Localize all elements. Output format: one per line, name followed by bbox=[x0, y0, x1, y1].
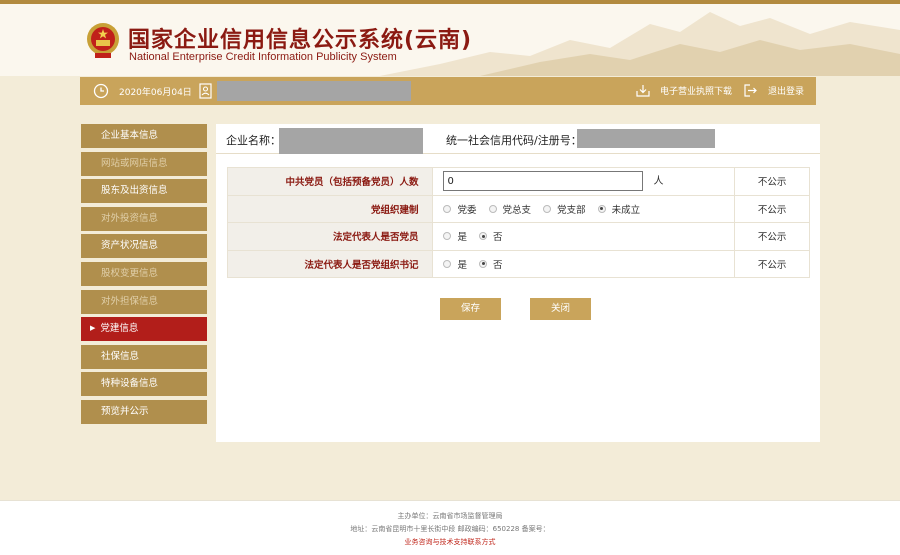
site-header: 国家企业信用信息公示系统(云南) National Enterprise Cre… bbox=[0, 4, 900, 76]
radio-not-established[interactable]: 未成立 bbox=[597, 202, 640, 216]
form-row-rep-member: 法定代表人是否党员 是 否 不公示 bbox=[226, 222, 810, 251]
party-info-form: 中共党员（包括预备党员）人数 人 不公示 党组织建制 党委 党总支 党支部 未成… bbox=[226, 167, 810, 278]
publicity-status[interactable]: 不公示 bbox=[734, 222, 810, 251]
sidebar-item-shareholders[interactable]: 股东及出资信息 bbox=[81, 179, 207, 204]
company-info-bar: 企业名称： 统一社会信用代码/注册号： bbox=[216, 124, 820, 154]
radio-rep-member-no[interactable]: 否 bbox=[479, 229, 503, 243]
sidebar-item-basic-info[interactable]: 企业基本信息 bbox=[81, 124, 207, 148]
site-footer: 主办单位：云南省市场监督管理局 地址：云南省昆明市十里长街中段 邮政编码：650… bbox=[0, 500, 900, 555]
license-download-link[interactable]: 电子营业执照下载 bbox=[636, 84, 732, 97]
current-date: 2020年06月04日 bbox=[119, 88, 192, 98]
radio-icon bbox=[443, 232, 452, 241]
publicity-status[interactable]: 不公示 bbox=[734, 167, 810, 196]
logout-label: 退出登录 bbox=[768, 87, 805, 97]
company-name-label: 企业名称： bbox=[226, 134, 281, 147]
form-row-rep-secretary: 法定代表人是否党组织书记 是 否 不公示 bbox=[226, 249, 810, 278]
party-members-label: 中共党员（包括预备党员）人数 bbox=[226, 167, 434, 196]
footer-address: 地址：云南省昆明市十里长街中段 邮政编码：650228 备案号： bbox=[350, 525, 550, 533]
footer-support-link[interactable]: 业务咨询与技术支持联系方式 bbox=[0, 537, 900, 547]
system-title: 国家企业信用信息公示系统(云南) bbox=[128, 28, 473, 53]
sidebar-item-special-equipment[interactable]: 特种设备信息 bbox=[81, 372, 207, 397]
radio-general-branch[interactable]: 党总支 bbox=[488, 202, 531, 216]
sidebar-item-investment[interactable]: 对外投资信息 bbox=[81, 206, 207, 231]
redacted-company-name bbox=[279, 128, 423, 154]
user-toolbar: 2020年06月04日 电子营业执照下载 退出登录 bbox=[80, 77, 816, 105]
sidebar-item-party-building[interactable]: 党建信息 bbox=[81, 317, 207, 342]
sidebar-item-assets[interactable]: 资产状况信息 bbox=[81, 234, 207, 259]
publicity-status[interactable]: 不公示 bbox=[734, 249, 810, 278]
radio-icon bbox=[443, 259, 452, 268]
user-icon bbox=[199, 83, 212, 99]
radio-selected-icon bbox=[479, 259, 488, 268]
redacted-credit-code bbox=[577, 129, 715, 148]
radio-party-branch[interactable]: 党支部 bbox=[543, 202, 586, 216]
party-members-input[interactable] bbox=[443, 171, 644, 192]
rep-member-label: 法定代表人是否党员 bbox=[226, 222, 434, 251]
download-label: 电子营业执照下载 bbox=[660, 87, 733, 97]
form-actions: 保存 关闭 bbox=[440, 298, 591, 320]
radio-icon bbox=[543, 204, 552, 213]
party-org-label: 党组织建制 bbox=[226, 194, 434, 223]
radio-icon bbox=[488, 204, 497, 213]
footer-sponsor: 主办单位：云南省市场监督管理局 bbox=[397, 512, 503, 520]
sidebar-item-guarantee[interactable]: 对外担保信息 bbox=[81, 289, 207, 314]
logout-link[interactable]: 退出登录 bbox=[744, 84, 804, 97]
redacted-username bbox=[217, 81, 411, 101]
publicity-status[interactable]: 不公示 bbox=[734, 194, 810, 223]
close-button[interactable]: 关闭 bbox=[530, 298, 591, 320]
sidebar-item-social-security[interactable]: 社保信息 bbox=[81, 344, 207, 369]
radio-rep-secretary-no[interactable]: 否 bbox=[479, 257, 503, 271]
radio-selected-icon bbox=[479, 232, 488, 241]
save-button[interactable]: 保存 bbox=[440, 298, 501, 320]
system-title-en: National Enterprise Credit Information P… bbox=[129, 51, 397, 63]
sidebar-nav: 企业基本信息 网站或网店信息 股东及出资信息 对外投资信息 资产状况信息 股权变… bbox=[81, 124, 207, 428]
sidebar-item-equity-change[interactable]: 股权变更信息 bbox=[81, 261, 207, 286]
form-row-party-members: 中共党员（包括预备党员）人数 人 不公示 bbox=[226, 167, 810, 196]
clock-icon bbox=[93, 83, 109, 99]
sidebar-item-website[interactable]: 网站或网店信息 bbox=[81, 151, 207, 176]
main-panel: 企业名称： 统一社会信用代码/注册号： 中共党员（包括预备党员）人数 人 不公示… bbox=[216, 124, 820, 442]
credit-code-label: 统一社会信用代码/注册号： bbox=[446, 134, 582, 147]
form-row-party-org: 党组织建制 党委 党总支 党支部 未成立 不公示 bbox=[226, 194, 810, 223]
radio-party-committee[interactable]: 党委 bbox=[443, 202, 476, 216]
radio-icon bbox=[443, 204, 452, 213]
logout-icon bbox=[744, 84, 757, 97]
radio-rep-member-yes[interactable]: 是 bbox=[443, 229, 467, 243]
radio-selected-icon bbox=[597, 204, 606, 213]
download-icon bbox=[636, 85, 650, 97]
rep-secretary-label: 法定代表人是否党组织书记 bbox=[226, 249, 434, 278]
radio-rep-secretary-yes[interactable]: 是 bbox=[443, 257, 467, 271]
party-members-unit: 人 bbox=[653, 175, 664, 187]
sidebar-item-preview-publish[interactable]: 预览并公示 bbox=[81, 399, 207, 424]
emblem-icon bbox=[87, 23, 119, 58]
